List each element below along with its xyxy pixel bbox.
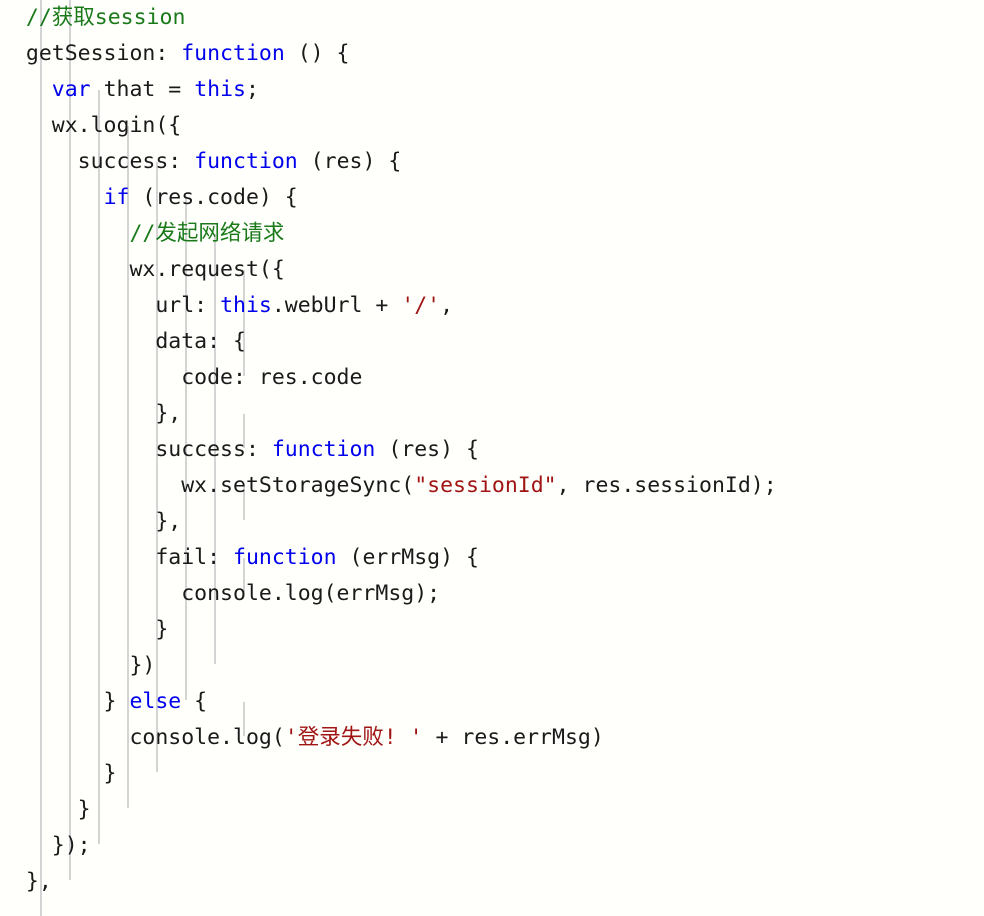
code-line[interactable]: success: function (res) { [0,432,984,468]
code-token-plain: }, [0,869,52,894]
code-line[interactable]: console.log(errMsg); [0,576,984,612]
code-token-plain: } [0,797,91,822]
code-token-plain: .webUrl + [271,293,402,318]
code-token-plain: wx.setStorageSync( [0,473,415,498]
code-line[interactable]: } else { [0,684,984,720]
code-line[interactable]: } [0,612,984,648]
code-line[interactable]: getSession: function () { [0,36,984,72]
code-token-plain: (errMsg) { [336,545,479,570]
code-line[interactable]: if (res.code) { [0,180,984,216]
code-line[interactable]: } [0,756,984,792]
code-token-plain: (res) { [375,437,479,462]
code-token-kw: function [271,437,376,462]
code-token-string: "sessionId" [414,473,557,498]
code-line[interactable]: }, [0,504,984,540]
code-token-plain: }, [0,509,182,534]
code-line[interactable]: data: { [0,324,984,360]
code-token-kw: function [194,149,298,174]
code-token-plain: }) [0,653,156,678]
code-token-plain: ; [245,77,259,102]
code-line[interactable]: success: function (res) { [0,144,984,180]
code-token-plain: (res) { [297,149,402,174]
code-token-plain: console.log( [0,725,285,750]
code-token-plain: data: { [0,329,246,354]
code-line[interactable]: console.log('登录失败! ' + res.errMsg) [0,720,984,756]
code-token-kw: function [181,41,285,66]
code-token-kw: else [129,689,182,714]
code-token-plain: code: res.code [0,365,363,390]
code-token-plain: getSession: [0,41,182,66]
code-token-plain: + res.errMsg) [422,725,604,750]
code-token-comment: //获取session [0,5,186,30]
code-line[interactable]: url: this.webUrl + '/', [0,288,984,324]
code-token-plain: success: [0,149,195,174]
code-line[interactable]: }, [0,864,984,900]
code-token-plain: , res.sessionId); [556,473,777,498]
code-token-plain: , [440,293,454,318]
code-token-plain: { [181,689,208,714]
code-token-plain: }); [0,833,91,858]
code-token-string: '/' [401,293,441,318]
code-text-surface[interactable]: }, //获取session getSession: function () {… [0,0,984,916]
code-token-kw: this [194,77,246,102]
code-token-kw: if [103,185,130,210]
code-token-plain: () { [284,41,350,66]
code-token-string: '登录失败! ' [284,725,423,750]
code-token-plain: wx.login({ [0,113,182,138]
code-token-kw: var [51,77,91,102]
code-line[interactable]: fail: function (errMsg) { [0,540,984,576]
code-token-plain: success: [0,437,272,462]
code-line[interactable]: } [0,792,984,828]
code-token-comment: //发起网络请求 [0,221,285,246]
code-token-plain: } [0,761,117,786]
code-token-plain: console.log(errMsg); [0,581,441,606]
code-token-plain: url: [0,293,221,318]
code-line[interactable]: //获取session [0,0,984,36]
code-token-plain: } [0,617,169,642]
code-token-plain: } [0,689,130,714]
code-line[interactable]: wx.setStorageSync("sessionId", res.sessi… [0,468,984,504]
code-token-plain: fail: [0,545,233,570]
code-token-plain: that = [90,77,195,102]
code-line[interactable]: var that = this; [0,72,984,108]
code-token-plain: (res.code) { [129,185,298,210]
code-line[interactable]: }); [0,828,984,864]
code-token-kw: function [233,545,337,570]
code-token-plain: }, [0,401,182,426]
code-line[interactable]: code: res.code [0,360,984,396]
code-line[interactable]: wx.request({ [0,252,984,288]
code-token-plain: wx.request({ [0,257,285,282]
code-line[interactable]: }, [0,396,984,432]
code-editor-viewport[interactable]: }, //获取session getSession: function () {… [0,0,984,916]
code-line[interactable]: }) [0,648,984,684]
code-line[interactable]: //发起网络请求 [0,216,984,252]
code-line[interactable]: wx.login({ [0,108,984,144]
code-token-kw: this [220,293,272,318]
